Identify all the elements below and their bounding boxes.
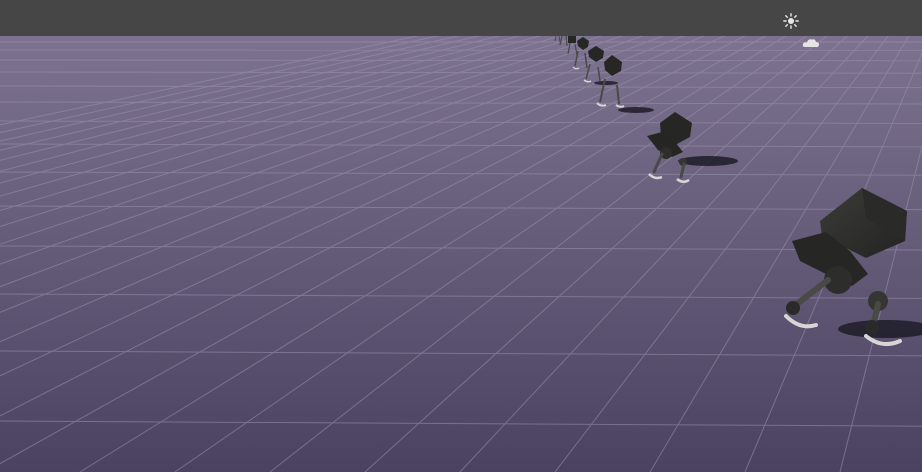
robot-box bbox=[568, 36, 576, 43]
robot-shadow bbox=[678, 156, 738, 166]
scene-viewport[interactable] bbox=[0, 0, 922, 472]
robot-shadow bbox=[594, 81, 618, 85]
robot-shadow bbox=[618, 107, 654, 113]
scene-view[interactable] bbox=[0, 36, 922, 472]
cloud-icon[interactable] bbox=[802, 37, 820, 49]
ground-plane bbox=[0, 36, 922, 472]
sun-icon[interactable] bbox=[783, 13, 799, 29]
